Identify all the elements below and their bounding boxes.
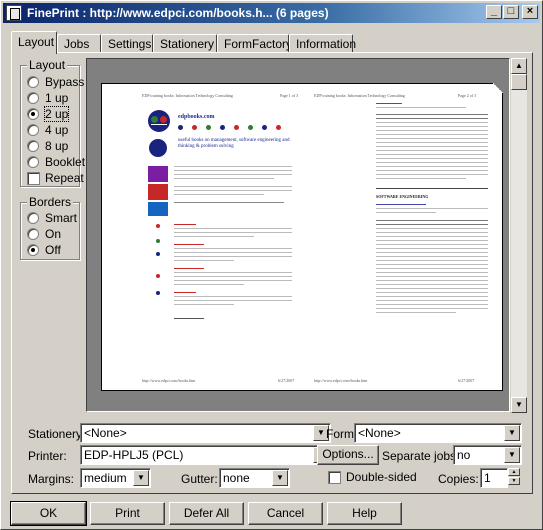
copies-value: 1 [484, 471, 491, 485]
minimize-button[interactable]: _ [486, 5, 502, 19]
option-label: 1 up [45, 91, 69, 105]
radio-button[interactable] [27, 76, 39, 88]
right-page-footer-url: http://www.edpci.com/books.htm [314, 378, 368, 383]
radio-button[interactable] [27, 228, 39, 240]
repeat-checkbox[interactable] [27, 172, 40, 185]
tab-stationery[interactable]: Stationery [153, 34, 217, 53]
tab-information[interactable]: Information [289, 34, 357, 53]
fineprint-dialog: FinePrint : http://www.edpci.com/books.h… [0, 0, 543, 530]
copies-input[interactable]: 1 [480, 468, 508, 488]
options-button[interactable]: Options... [317, 445, 379, 465]
scroll-thumb[interactable] [511, 74, 527, 90]
preview-sheet: EDP training books: Information Technolo… [101, 83, 503, 391]
left-page-number: Page 1 of 3 [280, 93, 299, 98]
cancel-button[interactable]: Cancel [248, 502, 323, 525]
ok-button[interactable]: OK [10, 501, 87, 526]
form-value: <None> [358, 426, 401, 440]
separate-jobs-label: Separate jobs: [382, 449, 460, 463]
option-label: Off [45, 243, 61, 257]
borders-group: Borders Smart On Off [20, 195, 80, 260]
separate-jobs-select[interactable]: no ▼ [453, 445, 522, 465]
form-label: Form: [326, 427, 358, 441]
tab-formfactory[interactable]: FormFactory [217, 34, 293, 53]
option-label: 8 up [45, 139, 69, 153]
option-label: 2 up [43, 106, 70, 122]
tab-label: Jobs [64, 37, 90, 51]
tagline: useful books on management, software eng… [178, 138, 290, 149]
radio-button[interactable] [27, 212, 39, 224]
radio-button-selected[interactable] [27, 108, 39, 120]
separate-jobs-value: no [457, 448, 471, 462]
option-label: 4 up [45, 123, 69, 137]
gutter-select[interactable]: none ▼ [219, 468, 290, 488]
tab-label: Stationery [160, 37, 215, 51]
edp-logo [148, 110, 170, 132]
maximize-button[interactable]: □ [503, 5, 519, 19]
gutter-label: Gutter: [181, 472, 218, 486]
double-sided-row[interactable]: Double-sided [328, 470, 418, 486]
tab-label: Layout [18, 35, 55, 49]
radio-button[interactable] [27, 92, 39, 104]
chevron-down-icon[interactable]: ▼ [504, 425, 520, 441]
layout-group: Layout Bypass 1 up 2 up 4 up 8 up Bookle… [20, 58, 85, 187]
left-page-footer-url: http://www.edpci.com/books.htm [142, 378, 196, 383]
close-button[interactable]: × [522, 5, 538, 19]
printer-label: Printer: [28, 449, 67, 463]
margins-select[interactable]: medium ▼ [80, 468, 151, 488]
spin-down-icon[interactable]: ▼ [508, 477, 520, 485]
right-page-header: EDP training books: Information Technolo… [314, 93, 405, 98]
left-page-header: EDP training books: Information Technolo… [142, 93, 233, 98]
margins-label: Margins: [28, 472, 75, 486]
chevron-down-icon[interactable]: ▼ [272, 470, 288, 486]
option-label: Booklet [45, 155, 86, 169]
window-title: FinePrint : http://www.edpci.com/books.h… [27, 6, 329, 20]
help-button[interactable]: Help [327, 502, 402, 525]
printer-value: EDP-HPLJ5 (PCL) [84, 448, 184, 462]
right-page-number: Page 2 of 3 [458, 93, 477, 98]
radio-button[interactable] [27, 156, 39, 168]
print-preview[interactable]: EDP training books: Information Technolo… [86, 58, 510, 412]
chevron-down-icon[interactable]: ▼ [504, 447, 520, 463]
tab-layout[interactable]: Layout [11, 31, 57, 54]
title-bar[interactable]: FinePrint : http://www.edpci.com/books.h… [3, 3, 540, 23]
edp-logo-small [149, 139, 167, 157]
left-page-footer-date: 6/27/2007 [278, 378, 295, 383]
radio-button[interactable] [27, 140, 39, 152]
tab-label: Information [296, 37, 357, 51]
copies-label: Copies: [438, 472, 479, 486]
stationery-select[interactable]: <None> ▼ [80, 423, 331, 443]
tab-jobs[interactable]: Jobs [57, 34, 101, 53]
option-label: On [45, 227, 62, 241]
margins-value: medium [84, 471, 127, 485]
layout-group-title: Layout [27, 58, 68, 72]
print-button[interactable]: Print [90, 502, 165, 525]
radio-button[interactable] [27, 124, 39, 136]
brand-text: edpbooks.com [178, 114, 215, 120]
double-sided-checkbox[interactable] [328, 471, 341, 484]
gutter-value: none [223, 471, 250, 485]
double-sided-label: Double-sided [346, 470, 417, 484]
scroll-up-arrow-icon[interactable]: ▲ [511, 58, 527, 74]
option-label: Smart [45, 211, 78, 225]
scroll-down-arrow-icon[interactable]: ▼ [511, 397, 527, 413]
section-heading: SOFTWARE ENGINEERING [376, 194, 429, 199]
tab-label: FormFactory [224, 37, 293, 51]
fineprint-app-icon[interactable] [6, 5, 22, 21]
repeat-label: Repeat [45, 171, 84, 185]
defer-all-button[interactable]: Defer All [169, 502, 244, 525]
borders-group-title: Borders [27, 195, 74, 209]
preview-scrollbar[interactable]: ▲ ▼ [511, 58, 527, 413]
spin-up-icon[interactable]: ▲ [508, 468, 520, 476]
form-select[interactable]: <None> ▼ [354, 423, 522, 443]
radio-button-selected[interactable] [27, 244, 39, 256]
stationery-value: <None> [84, 426, 127, 440]
right-page-footer-date: 6/27/2007 [458, 378, 475, 383]
tab-settings[interactable]: Settings [101, 34, 153, 53]
printer-select[interactable]: EDP-HPLJ5 (PCL) ▼ [80, 445, 331, 465]
chevron-down-icon[interactable]: ▼ [133, 470, 149, 486]
tab-label: Settings [108, 37, 152, 51]
stationery-label: Stationery: [28, 427, 86, 441]
option-label: Bypass [45, 75, 85, 89]
